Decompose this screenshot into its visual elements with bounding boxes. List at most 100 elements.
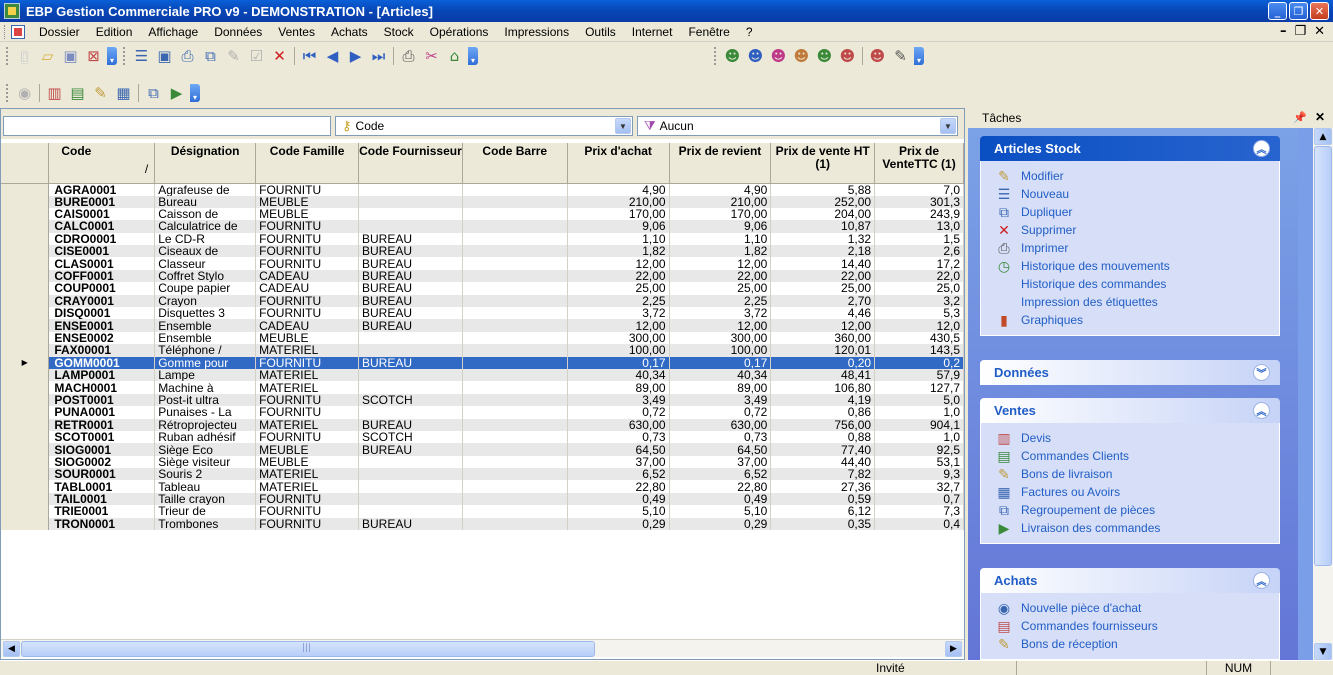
cell-code-famille[interactable]: MEUBLE: [255, 207, 359, 221]
table-row[interactable]: FAX00001 Téléphone / MATERIEL 100,00 100,00 1…: [1, 344, 964, 357]
cell-code-famille[interactable]: FOURNITU: [255, 430, 359, 444]
cell-prix-revient[interactable]: 6,52: [669, 468, 772, 481]
close-icon[interactable]: ✕: [1315, 110, 1325, 124]
row-selector[interactable]: [1, 269, 50, 283]
cell-prix-vente-ht[interactable]: 0,88: [770, 430, 876, 444]
cell-code-fournisseur[interactable]: [358, 381, 463, 394]
menu-donnees[interactable]: Données: [206, 25, 270, 39]
table-row[interactable]: CLAS0001 Classeur FOURNITU BUREAU 12,00 12,00…: [1, 257, 964, 270]
table-row[interactable]: CDRO0001 Le CD-R FOURNITU BUREAU 1,10 1,10 1,3…: [1, 232, 964, 246]
cell-prix-revient[interactable]: 12,00: [669, 319, 772, 332]
cell-designation[interactable]: Trieur de: [154, 505, 257, 518]
column-header-code-barre[interactable]: Code Barre: [462, 143, 568, 184]
row-selector[interactable]: [1, 331, 50, 345]
minimize-button[interactable]: _: [1268, 2, 1287, 20]
table-row[interactable]: ▶ GOMM0001 Gomme pour FOURNITU BUREAU 0,17 0,1…: [1, 356, 964, 369]
cell-prix-vente-ht[interactable]: 12,00: [770, 319, 876, 332]
cell-prix-achat[interactable]: 22,00: [567, 269, 670, 283]
cell-code-barre[interactable]: [462, 418, 568, 431]
table-row[interactable]: TRON0001 Trombones FOURNITU BUREAU 0,29 0,29 0…: [1, 517, 964, 531]
task-group-header[interactable]: Achats ︽: [980, 568, 1280, 593]
cell-prix-vente-ttc[interactable]: 22,0: [874, 269, 964, 283]
customers-icon[interactable]: ☻: [722, 46, 743, 67]
cell-code-barre[interactable]: [462, 430, 568, 444]
delete-icon[interactable]: ✕: [269, 46, 290, 67]
task-link[interactable]: Impression des étiquettes: [995, 293, 1279, 311]
cell-prix-revient[interactable]: 5,10: [669, 505, 772, 518]
cell-prix-revient[interactable]: 22,00: [669, 269, 772, 283]
cell-code-barre[interactable]: [462, 207, 568, 221]
cell-designation[interactable]: Agrafeuse de: [154, 183, 257, 196]
cell-code[interactable]: POST0001: [48, 393, 156, 407]
disabled-round-icon[interactable]: ◉: [14, 83, 35, 104]
cell-prix-vente-ht[interactable]: 2,18: [770, 245, 876, 258]
delivery-note-icon[interactable]: ✎: [90, 83, 111, 104]
mdi-close-button[interactable]: ✕: [1314, 24, 1325, 39]
cell-prix-revient[interactable]: 0,72: [669, 406, 772, 419]
row-selector[interactable]: [1, 183, 50, 196]
close-button[interactable]: ✕: [1310, 2, 1329, 20]
status-resize-grip[interactable]: [1270, 661, 1333, 675]
cell-code[interactable]: TRON0001: [48, 517, 156, 531]
cell-code-barre[interactable]: [462, 505, 568, 518]
column-header-prix-vente-ht[interactable]: Prix de vente HT (1): [770, 143, 876, 184]
first-record-icon[interactable]: ⏮: [299, 46, 320, 67]
cell-prix-vente-ht[interactable]: 106,80: [770, 381, 876, 394]
prospects-icon[interactable]: ☻: [745, 46, 766, 67]
table-row[interactable]: AGRA0001 Agrafeuse de FOURNITU 4,90 4,90 5,88…: [1, 183, 964, 196]
customer-order-icon[interactable]: ▤: [67, 83, 88, 104]
cell-designation[interactable]: Souris 2: [154, 468, 257, 481]
row-selector[interactable]: [1, 430, 50, 444]
cell-code-barre[interactable]: [462, 307, 568, 320]
cell-code-fournisseur[interactable]: [358, 344, 463, 357]
cell-prix-achat[interactable]: 12,00: [567, 319, 670, 332]
cell-prix-vente-ttc[interactable]: 57,9: [874, 368, 964, 382]
table-row[interactable]: TAIL0001 Taille crayon FOURNITU 0,49 0,49 0,5…: [1, 492, 964, 506]
menubar-grip[interactable]: [4, 24, 7, 39]
cell-code[interactable]: CDRO0001: [48, 232, 156, 246]
cell-code[interactable]: LAMP0001: [48, 368, 156, 382]
cell-prix-vente-ht[interactable]: 0,59: [770, 492, 876, 506]
table-row[interactable]: CALC0001 Calculatrice de FOURNITU 9,06 9,06 1…: [1, 220, 964, 233]
cell-code[interactable]: TAIL0001: [48, 492, 156, 506]
cell-designation[interactable]: Trombones: [154, 517, 257, 531]
last-record-icon[interactable]: ⏭: [368, 46, 389, 67]
horizontal-scrollbar[interactable]: ◀ ▶: [1, 639, 964, 657]
cell-code-famille[interactable]: FOURNITU: [255, 505, 359, 518]
cell-prix-vente-ht[interactable]: 25,00: [770, 282, 876, 295]
group-documents-icon[interactable]: ⧉: [143, 83, 164, 104]
table-row[interactable]: CISE0001 Ciseaux de FOURNITU BUREAU 1,82 1,82…: [1, 245, 964, 258]
cell-code-famille[interactable]: MATERIEL: [255, 418, 359, 431]
task-link[interactable]: ▦ Factures ou Avoirs: [995, 483, 1279, 501]
cell-prix-revient[interactable]: 0,73: [669, 430, 772, 444]
cell-code-fournisseur[interactable]: SCOTCH: [358, 430, 463, 444]
cell-designation[interactable]: Machine à: [154, 381, 257, 394]
cell-prix-vente-ttc[interactable]: 9,3: [874, 468, 964, 481]
cell-code[interactable]: CALC0001: [48, 220, 156, 233]
title-bar[interactable]: EBP Gestion Commerciale PRO v9 - DEMONST…: [0, 0, 1333, 22]
cell-code-famille[interactable]: CADEAU: [255, 319, 359, 332]
chevron-up-icon[interactable]: ︽: [1253, 402, 1270, 419]
cell-designation[interactable]: Crayon: [154, 294, 257, 308]
column-header-prix-vente-ttc[interactable]: Prix de VenteTTC (1): [874, 143, 964, 184]
cell-prix-revient[interactable]: 170,00: [669, 207, 772, 221]
table-row[interactable]: CAIS0001 Caisson de MEUBLE 170,00 170,00 204,…: [1, 207, 964, 221]
next-record-icon[interactable]: ▶: [345, 46, 366, 67]
cell-code-barre[interactable]: [462, 381, 568, 394]
table-row[interactable]: DISQ0001 Disquettes 3 FOURNITU BUREAU 3,72 3,…: [1, 307, 964, 320]
task-link[interactable]: ⧉ Regroupement de pièces: [995, 501, 1279, 519]
cell-prix-revient[interactable]: 0,49: [669, 492, 772, 506]
toolbar-overflow-icon[interactable]: ▾: [107, 47, 117, 65]
row-selector[interactable]: [1, 282, 50, 295]
cell-prix-vente-ht[interactable]: 120,01: [770, 344, 876, 357]
cell-prix-revient[interactable]: 4,90: [669, 183, 772, 196]
table-row[interactable]: ENSE0002 Ensemble MEUBLE 300,00 300,00 360,00…: [1, 331, 964, 345]
cell-prix-vente-ht[interactable]: 5,88: [770, 183, 876, 196]
row-selector[interactable]: [1, 307, 50, 320]
row-selector[interactable]: [1, 344, 50, 357]
cell-prix-vente-ttc[interactable]: 3,2: [874, 294, 964, 308]
cell-code-fournisseur[interactable]: [358, 195, 463, 208]
table-row[interactable]: PUNA0001 Punaises - La FOURNITU 0,72 0,72 0,8…: [1, 406, 964, 419]
cell-code[interactable]: BURE0001: [48, 195, 156, 208]
cell-prix-revient[interactable]: 37,00: [669, 455, 772, 469]
